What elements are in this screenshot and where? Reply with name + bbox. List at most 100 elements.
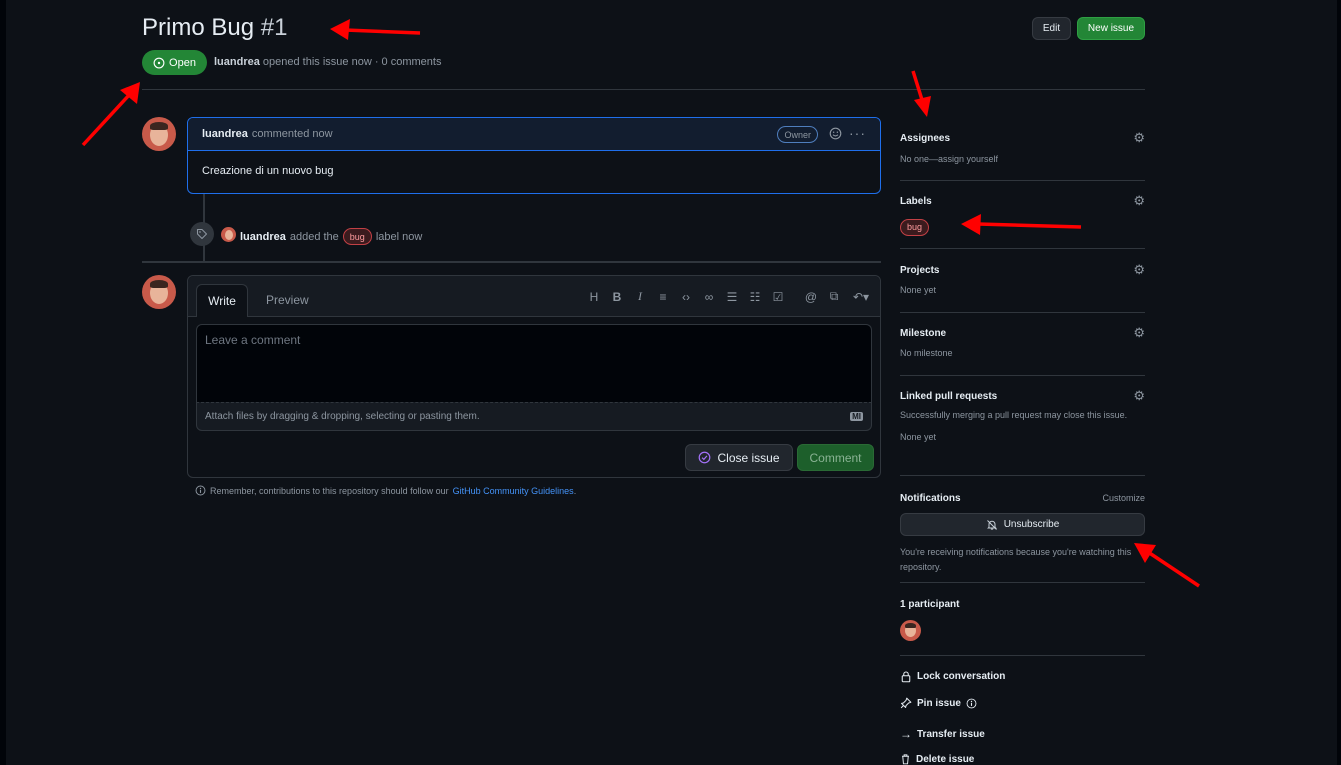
mention-icon[interactable]: @: [804, 290, 818, 304]
sidebar-divider: [900, 180, 1145, 181]
heading-icon[interactable]: H: [587, 290, 601, 304]
quote-icon[interactable]: ≡: [656, 290, 670, 304]
issue-author-link[interactable]: luandrea: [214, 56, 260, 68]
ordered-list-icon[interactable]: ☷: [748, 290, 762, 304]
info-icon: [195, 485, 206, 496]
kebab-menu-icon[interactable]: ···: [849, 125, 866, 141]
cross-reference-icon[interactable]: ⧉: [827, 289, 841, 304]
transfer-issue-action[interactable]: → Transfer issue: [900, 727, 985, 741]
participant-avatar[interactable]: [900, 620, 921, 641]
event-actor-link[interactable]: luandrea: [240, 231, 286, 243]
close-issue-button[interactable]: Close issue: [685, 444, 793, 471]
annotation-arrow: [81, 82, 140, 147]
unsubscribe-button[interactable]: Unsubscribe: [900, 513, 1145, 536]
gear-icon[interactable]: ⚙: [1133, 193, 1145, 209]
trash-icon: [902, 754, 909, 765]
arrow-right-icon: →: [900, 727, 912, 741]
link-icon[interactable]: ∞: [702, 290, 716, 304]
sidebar-divider: [900, 248, 1145, 249]
gear-icon[interactable]: ⚙: [1133, 325, 1145, 341]
markdown-icon[interactable]: MI: [850, 412, 863, 421]
comment-box: luandrea commented now Owner ··· Creazio…: [187, 117, 881, 194]
avatar[interactable]: [142, 275, 176, 309]
lock-conversation-action[interactable]: Lock conversation: [900, 670, 1005, 683]
issue-meta: luandrea opened this issue now · 0 comme…: [214, 56, 441, 68]
gear-icon[interactable]: ⚙: [1133, 388, 1145, 404]
tab-write[interactable]: Write: [196, 284, 248, 317]
linked-prs-section: Linked pull requests ⚙ Successfully merg…: [900, 388, 1145, 445]
code-icon[interactable]: ‹›: [679, 290, 693, 304]
comment-composer: Write Preview H B I ≡ ‹› ∞ ☰ ☷ ☑ @ ⧉ ↶▾ …: [187, 275, 881, 478]
linked-prs-title[interactable]: Linked pull requests: [900, 391, 1145, 402]
issue-opened-icon: [153, 57, 165, 68]
sidebar-divider: [900, 375, 1145, 376]
participants-title: 1 participant: [900, 599, 960, 610]
projects-section: Projects ⚙ None yet: [900, 262, 1145, 298]
info-icon[interactable]: [966, 698, 977, 709]
comment-author-link[interactable]: luandrea: [202, 128, 248, 140]
comment-header: luandrea commented now Owner ···: [188, 118, 880, 151]
lock-conversation-label: Lock conversation: [917, 671, 1006, 682]
avatar[interactable]: [142, 117, 176, 151]
sidebar-divider: [900, 312, 1145, 313]
linked-prs-description: Successfully merging a pull request may …: [900, 410, 1128, 420]
close-issue-label: Close issue: [717, 450, 780, 465]
comment-time[interactable]: commented now: [252, 128, 333, 140]
gear-icon[interactable]: ⚙: [1133, 262, 1145, 278]
milestone-title[interactable]: Milestone: [900, 328, 1145, 339]
assignees-title[interactable]: Assignees: [900, 133, 1145, 144]
tab-preview[interactable]: Preview: [266, 284, 309, 316]
event-text: added the: [289, 230, 339, 243]
task-list-icon[interactable]: ☑: [771, 290, 785, 304]
pin-issue-label: Pin issue: [917, 697, 961, 709]
transfer-issue-label: Transfer issue: [917, 728, 985, 740]
avatar[interactable]: [221, 227, 236, 242]
issue-title-text: Primo Bug: [142, 14, 255, 41]
delete-issue-action[interactable]: Delete issue: [900, 753, 974, 765]
label-event: luandrea added the bug label now: [240, 228, 422, 245]
bell-slash-icon: [986, 519, 997, 530]
smiley-icon[interactable]: [829, 127, 842, 140]
labels-section: Labels ⚙ bug: [900, 193, 1145, 236]
italic-icon[interactable]: I: [633, 289, 647, 304]
comment-textarea[interactable]: Leave a comment: [196, 324, 872, 402]
attach-hint-text: Attach files by dragging & dropping, sel…: [205, 411, 480, 422]
linked-prs-value: None yet: [900, 432, 937, 442]
pin-icon: [900, 697, 912, 709]
contribution-note: Remember, contributions to this reposito…: [195, 485, 576, 496]
labels-title[interactable]: Labels: [900, 196, 1145, 207]
markdown-toolbar: H B I ≡ ‹› ∞ ☰ ☷ ☑ @ ⧉ ↶▾: [587, 289, 872, 304]
bug-label[interactable]: bug: [342, 228, 372, 245]
new-issue-button[interactable]: New issue: [1077, 17, 1145, 40]
guidelines-end: .: [573, 485, 577, 496]
unordered-list-icon[interactable]: ☰: [725, 290, 739, 304]
issue-closed-icon: [699, 451, 711, 464]
community-guidelines-link[interactable]: GitHub Community Guidelines: [453, 486, 574, 496]
comment-body: Creazione di un nuovo bug: [202, 165, 334, 177]
annotation-arrow: [911, 70, 931, 117]
attach-files-hint[interactable]: Attach files by dragging & dropping, sel…: [196, 402, 872, 431]
issue-meta-text: opened this issue now · 0 comments: [262, 56, 442, 68]
customize-link[interactable]: Customize: [1102, 493, 1145, 503]
gear-icon[interactable]: ⚙: [1133, 130, 1145, 146]
issue-number: #1: [260, 14, 288, 41]
edit-button[interactable]: Edit: [1032, 17, 1071, 40]
tag-icon: [190, 222, 214, 246]
projects-value: None yet: [900, 285, 937, 295]
sidebar-divider: [900, 582, 1145, 583]
reply-icon[interactable]: ↶▾: [850, 290, 872, 304]
participants-section: 1 participant: [900, 599, 1145, 610]
bold-icon[interactable]: B: [610, 290, 624, 304]
sidebar-divider: [900, 475, 1145, 476]
assignees-value[interactable]: No one—assign yourself: [900, 152, 1145, 167]
header-divider: [142, 89, 1145, 90]
pin-issue-action[interactable]: Pin issue: [900, 697, 977, 709]
unsubscribe-label: Unsubscribe: [1003, 519, 1060, 530]
projects-title[interactable]: Projects: [900, 265, 1145, 276]
comment-button[interactable]: Comment: [797, 444, 874, 471]
notifications-section: Notifications Customize: [900, 493, 1145, 504]
lock-icon: [901, 671, 911, 683]
sidebar-divider: [900, 655, 1145, 656]
bug-label[interactable]: bug: [900, 218, 930, 236]
delete-issue-label: Delete issue: [916, 753, 975, 765]
